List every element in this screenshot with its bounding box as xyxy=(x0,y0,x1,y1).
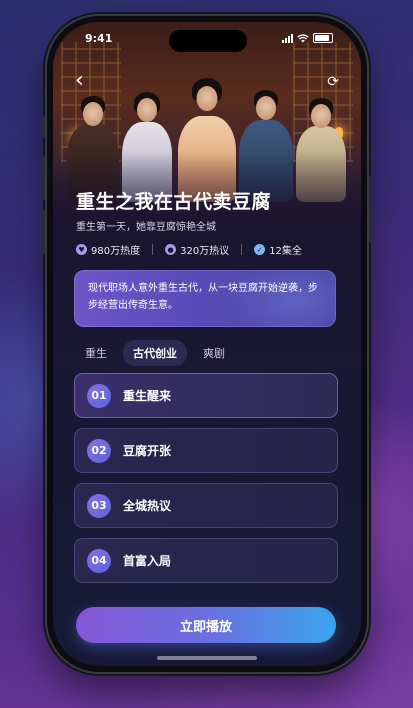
description-text: 现代职场人意外重生古代，从一块豆腐开始逆袭，步步经营出传奇生意。 xyxy=(88,283,318,311)
episode-title: 首富入局 xyxy=(123,554,172,568)
show-subtitle: 重生第一天，她靠豆腐惊艳全城 xyxy=(76,222,216,233)
wifi-icon xyxy=(297,33,309,42)
stat-episodes: ✓ 12集全 xyxy=(254,242,302,257)
tab-ancient-business[interactable]: 古代创业 xyxy=(123,340,187,366)
stat-discussion: ● 320万热议 xyxy=(165,242,229,257)
episode-item-02[interactable]: 02 豆腐开张 xyxy=(74,428,338,473)
share-icon[interactable]: ⟳ xyxy=(327,74,339,90)
stat-discussion-label: 320万热议 xyxy=(180,246,230,257)
stat-episodes-label: 12集全 xyxy=(269,246,302,257)
app-screen: 9:41 ‹ ⟳ 重生之我在古代卖豆腐 重生第一天，她靠豆腐惊艳全城 ♥ 980 xyxy=(53,22,361,666)
description-card: 现代职场人意外重生古代，从一块豆腐开始逆袭，步步经营出传奇生意。 xyxy=(74,270,336,327)
battery-icon xyxy=(313,33,333,43)
phone-frame: 9:41 ‹ ⟳ 重生之我在古代卖豆腐 重生第一天，她靠豆腐惊艳全城 ♥ 980 xyxy=(42,16,372,672)
check-icon: ✓ xyxy=(254,244,266,255)
episode-item-03[interactable]: 03 全城热议 xyxy=(74,483,338,528)
episode-title: 豆腐开张 xyxy=(123,444,172,458)
episode-title: 重生醒来 xyxy=(123,389,172,403)
episode-title: 全城热议 xyxy=(123,499,172,513)
play-now-button[interactable]: 立即播放 xyxy=(76,607,336,643)
episode-number: 02 xyxy=(87,438,111,463)
dynamic-island xyxy=(169,30,247,52)
chat-icon: ● xyxy=(165,244,177,255)
stat-popularity: ♥ 980万热度 xyxy=(76,242,140,257)
tab-satisfying[interactable]: 爽剧 xyxy=(193,340,235,366)
episode-item-04[interactable]: 04 首富入局 xyxy=(74,538,338,583)
status-time: 9:41 xyxy=(85,32,113,45)
tab-rebirth[interactable]: 重生 xyxy=(75,340,117,366)
heart-icon: ♥ xyxy=(76,244,87,255)
show-stats: ♥ 980万热度 ● 320万热议 ✓ 12集全 xyxy=(76,242,341,257)
cellular-signal-icon xyxy=(282,33,293,43)
episode-number: 03 xyxy=(87,493,111,518)
stat-popularity-label: 980万热度 xyxy=(91,246,141,257)
show-title: 重生之我在古代卖豆腐 xyxy=(76,191,272,213)
episode-item-01[interactable]: 01 重生醒来 xyxy=(74,373,338,418)
tag-tabs: 重生 古代创业 爽剧 xyxy=(75,340,235,366)
episode-list: 01 重生醒来 02 豆腐开张 03 全城热议 04 首富入局 xyxy=(74,373,338,593)
home-indicator xyxy=(157,656,257,660)
episode-number: 04 xyxy=(87,548,111,573)
back-icon[interactable]: ‹ xyxy=(75,70,84,92)
episode-number: 01 xyxy=(87,383,111,408)
